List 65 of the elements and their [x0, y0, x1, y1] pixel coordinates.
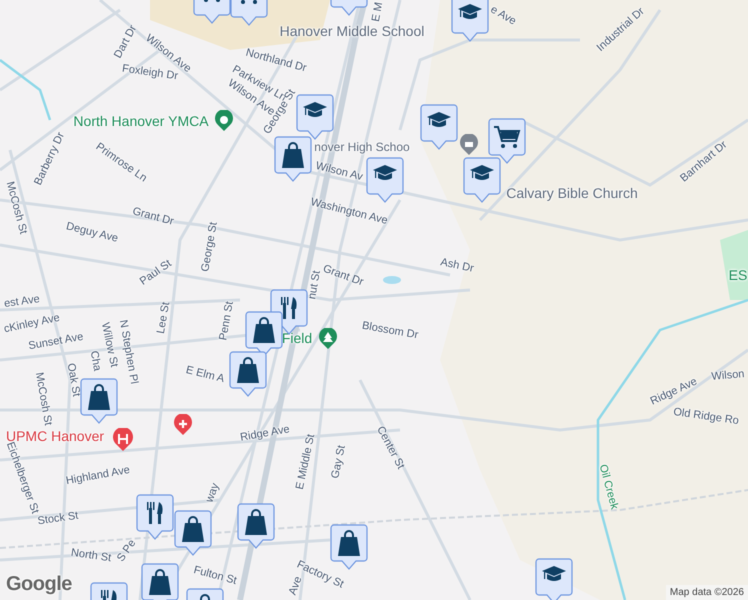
street-label: Blossom Dr [361, 320, 419, 342]
street-label: McCosh St [32, 372, 54, 426]
street-label: North St [70, 548, 112, 564]
street-label: Stock St [36, 510, 80, 528]
street-label: way [204, 482, 222, 504]
street-label: Grant Dr [131, 206, 175, 228]
place-label: UPMC Hanover [6, 429, 104, 443]
place-label: Field [282, 331, 312, 345]
school-marker[interactable] [451, 0, 489, 42]
street-label: Fulton St [192, 565, 238, 587]
street-label: e Ave [488, 4, 518, 28]
pond [383, 276, 401, 284]
street-label: E M [370, 1, 386, 23]
place-label: ES [728, 268, 748, 282]
shopping-bag-marker[interactable] [174, 510, 212, 556]
street-label: Lee St [156, 301, 172, 335]
shopping-bag-marker[interactable] [229, 351, 267, 397]
school-marker[interactable] [296, 94, 334, 140]
place-label: North Hanover YMCA [73, 114, 209, 128]
shopping-bag-marker[interactable] [245, 311, 283, 357]
street-label: Wilson Av [314, 160, 364, 184]
place-marker-icon[interactable] [459, 134, 479, 156]
street-label: S Pe [116, 538, 138, 564]
park-area [720, 230, 748, 300]
shopping-bag-marker[interactable] [141, 563, 179, 600]
medical-cross-icon[interactable] [173, 414, 193, 436]
street-label: Wilson [711, 369, 745, 383]
creek-label: Oil Creek [596, 463, 620, 511]
street-label: Oak St [64, 362, 82, 398]
street-label: Grant Dr [321, 264, 365, 288]
shopping-bag-marker[interactable] [330, 524, 368, 570]
street-label: Foxleigh Dr [121, 64, 179, 82]
shopping-bag-marker[interactable] [80, 378, 118, 424]
school-marker[interactable] [535, 558, 573, 600]
street-label: Highland Ave [65, 464, 131, 488]
map-attribution: Map data ©2026 [666, 585, 748, 600]
place-marker-icon[interactable] [214, 110, 234, 132]
street-label: N Stephen Pl [116, 319, 140, 385]
street-label: McCosh St [4, 180, 28, 236]
street-label: nut St [307, 270, 323, 300]
tree-icon[interactable] [318, 328, 338, 350]
map-logo: Google [6, 573, 72, 596]
street-label: George St [200, 221, 220, 273]
street-label: Paul St [138, 258, 174, 288]
place-label: Hanover Middle School [280, 24, 424, 38]
place-label: nover High Schoo [314, 141, 410, 153]
street-label: Ash Dr [439, 257, 475, 275]
street-label: Old Ridge Ro [672, 406, 740, 428]
street-label: Ridge Ave [239, 424, 291, 444]
street-label: est Ave [3, 294, 41, 310]
creek-line [0, 59, 52, 120]
street-label: Deguy Ave [64, 221, 120, 245]
street-label: Gay St [330, 444, 348, 480]
shopping-bag-marker[interactable] [237, 503, 275, 549]
hospital-icon[interactable] [112, 428, 134, 452]
street-label: Ridge Ave [649, 376, 699, 408]
street-label: E Elm A [184, 364, 226, 386]
street-label: Penn St [218, 300, 236, 342]
shopping-bag-marker[interactable] [274, 136, 312, 182]
school-marker[interactable] [366, 157, 404, 203]
street-label: Dart Dr [112, 24, 140, 60]
place-label: Calvary Bible Church [506, 186, 638, 200]
street-label: E Middle St [294, 433, 318, 491]
restaurant-marker[interactable] [136, 494, 174, 540]
street-label: Cha [88, 350, 102, 372]
